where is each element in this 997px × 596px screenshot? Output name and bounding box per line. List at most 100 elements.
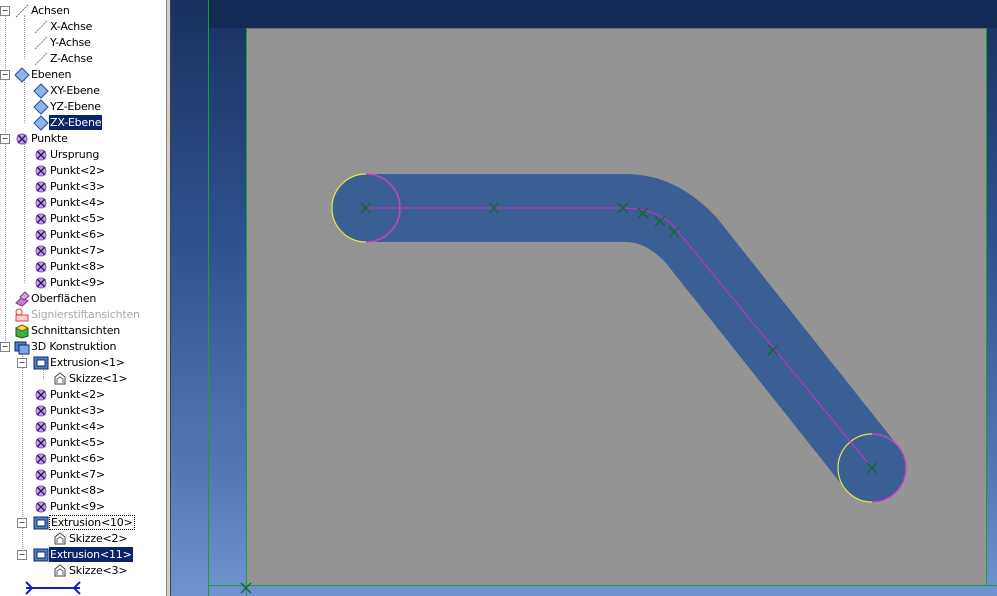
point-icon xyxy=(33,227,49,243)
tree-item-label: Ursprung xyxy=(50,148,100,161)
tree-item-label: Achsen xyxy=(31,4,70,17)
tree-item[interactable]: − Achsen xyxy=(0,3,166,19)
tree-item-label: Punkt<8> xyxy=(50,484,105,497)
tree-item-label: Punkt<2> xyxy=(50,164,105,177)
tree-expander-toggle[interactable]: − xyxy=(0,342,10,352)
tree-item[interactable]: Punkt<6> xyxy=(0,227,166,243)
tree-item[interactable]: − Ebenen xyxy=(0,67,166,83)
tree-item[interactable]: Punkt<3> xyxy=(0,403,166,419)
tree-item-label: Z-Achse xyxy=(50,52,93,65)
tree-item-label: 3D Konstruktion xyxy=(31,340,117,353)
tree-item[interactable]: Skizze<1> xyxy=(0,371,166,387)
tree-item-label: Punkt<5> xyxy=(50,212,105,225)
tree-item[interactable]: Punkt<7> xyxy=(0,243,166,259)
tree-item-label: Extrusion<1> xyxy=(50,356,125,369)
tree-expander-toggle[interactable]: − xyxy=(0,70,10,80)
tree-expander-toggle[interactable]: − xyxy=(17,550,27,560)
tree-item-label: Punkt<6> xyxy=(50,452,105,465)
tree-item[interactable]: Punkt<3> xyxy=(0,179,166,195)
tree-item[interactable]: Punkt<2> xyxy=(0,387,166,403)
tree-expander-toggle[interactable]: − xyxy=(17,358,27,368)
tree-item-label: Ebenen xyxy=(31,68,72,81)
tree-item-label: Y-Achse xyxy=(50,36,91,49)
sketch-icon xyxy=(52,531,68,547)
tree-item-label: Punkt<4> xyxy=(50,420,105,433)
point-icon xyxy=(33,179,49,195)
tree-item-label: Punkt<9> xyxy=(50,276,105,289)
sketch-icon xyxy=(52,563,68,579)
point-icon xyxy=(33,499,49,515)
tree-item-label: Punkt<7> xyxy=(50,468,105,481)
point-icon xyxy=(33,147,49,163)
tree-item[interactable]: Ursprung xyxy=(0,147,166,163)
point-icon xyxy=(33,467,49,483)
plane-icon xyxy=(33,83,49,99)
tree-item[interactable]: Punkt<6> xyxy=(0,451,166,467)
tree-item[interactable]: Skizze<2> xyxy=(0,531,166,547)
tree-item[interactable]: Punkt<8> xyxy=(0,259,166,275)
extrusion-icon xyxy=(33,547,49,563)
extrusion-icon xyxy=(33,355,49,371)
tree-item-label: Skizze<1> xyxy=(69,372,128,385)
tree-item-label: Skizze<2> xyxy=(69,532,128,545)
tree-item-label: Extrusion<11> xyxy=(49,547,133,562)
tree-item[interactable]: − Punkte xyxy=(0,131,166,147)
tree-item[interactable]: Punkt<4> xyxy=(0,195,166,211)
tree-item[interactable]: Punkt<4> xyxy=(0,419,166,435)
tree-item-label: Punkte xyxy=(31,132,68,145)
tree-item-label: Punkt<6> xyxy=(50,228,105,241)
point-icon xyxy=(33,163,49,179)
point-icon xyxy=(33,211,49,227)
tree-item[interactable]: ZX-Ebene xyxy=(0,115,166,131)
point-icon xyxy=(33,403,49,419)
tree-item[interactable]: − 3D Konstruktion xyxy=(0,339,166,355)
tree-item[interactable]: Punkt<8> xyxy=(0,483,166,499)
tree-item-label: Punkt<3> xyxy=(50,180,105,193)
tree-expander-toggle[interactable]: − xyxy=(0,6,10,16)
point-icon xyxy=(33,419,49,435)
tree-item[interactable]: Punkt<7> xyxy=(0,467,166,483)
tree-item-label: Skizze<3> xyxy=(69,564,128,577)
plane-icon xyxy=(14,67,30,83)
tree-item[interactable]: − Extrusion<11> xyxy=(0,547,166,563)
markup-icon xyxy=(14,307,30,323)
tree-item[interactable]: Schnittansichten xyxy=(0,323,166,339)
tree-item[interactable]: − Extrusion<10> xyxy=(0,515,166,531)
frame-top-strip xyxy=(208,0,997,28)
plane-icon xyxy=(33,115,49,131)
tree-item-label: Signierstiftansichten xyxy=(31,308,140,321)
construction-3d-icon xyxy=(14,339,30,355)
tree-item[interactable]: X-Achse xyxy=(0,19,166,35)
sketch-icon xyxy=(52,371,68,387)
tree-item[interactable]: Punkt<9> xyxy=(0,499,166,515)
tree-item[interactable]: Punkt<5> xyxy=(0,211,166,227)
point-icon xyxy=(14,131,30,147)
dimension-tool-icon[interactable] xyxy=(22,578,86,596)
tree-item[interactable]: Punkt<5> xyxy=(0,435,166,451)
tree-item-label: Punkt<5> xyxy=(50,436,105,449)
tree-item[interactable]: Z-Achse xyxy=(0,51,166,67)
tree-item[interactable]: Oberflächen xyxy=(0,291,166,307)
tree-expander-toggle[interactable]: − xyxy=(17,518,27,528)
feature-tree[interactable]: − Achsen X-Achse Y-Achse Z-Achse − Ebenen XY-Eb… xyxy=(0,0,166,596)
tree-expander-toggle[interactable]: − xyxy=(0,134,10,144)
tree-item[interactable]: YZ-Ebene xyxy=(0,99,166,115)
axes-icon xyxy=(14,3,30,19)
tree-item[interactable]: Punkt<9> xyxy=(0,275,166,291)
point-icon xyxy=(33,275,49,291)
tree-item[interactable]: XY-Ebene xyxy=(0,83,166,99)
tree-item[interactable]: Signierstiftansichten xyxy=(0,307,166,323)
tree-item[interactable]: Punkt<2> xyxy=(0,163,166,179)
point-icon xyxy=(33,387,49,403)
tree-item[interactable]: Skizze<3> xyxy=(0,563,166,579)
point-icon xyxy=(33,243,49,259)
tree-item[interactable]: Y-Achse xyxy=(0,35,166,51)
tree-item-label: YZ-Ebene xyxy=(50,100,101,113)
axis-icon xyxy=(33,35,49,51)
3d-viewport[interactable] xyxy=(171,0,997,596)
plane-icon xyxy=(33,99,49,115)
tree-item[interactable]: − Extrusion<1> xyxy=(0,355,166,371)
extrusion-icon xyxy=(33,515,49,531)
tree-item-label: XY-Ebene xyxy=(50,84,100,97)
viewport-canvas[interactable] xyxy=(171,0,997,596)
